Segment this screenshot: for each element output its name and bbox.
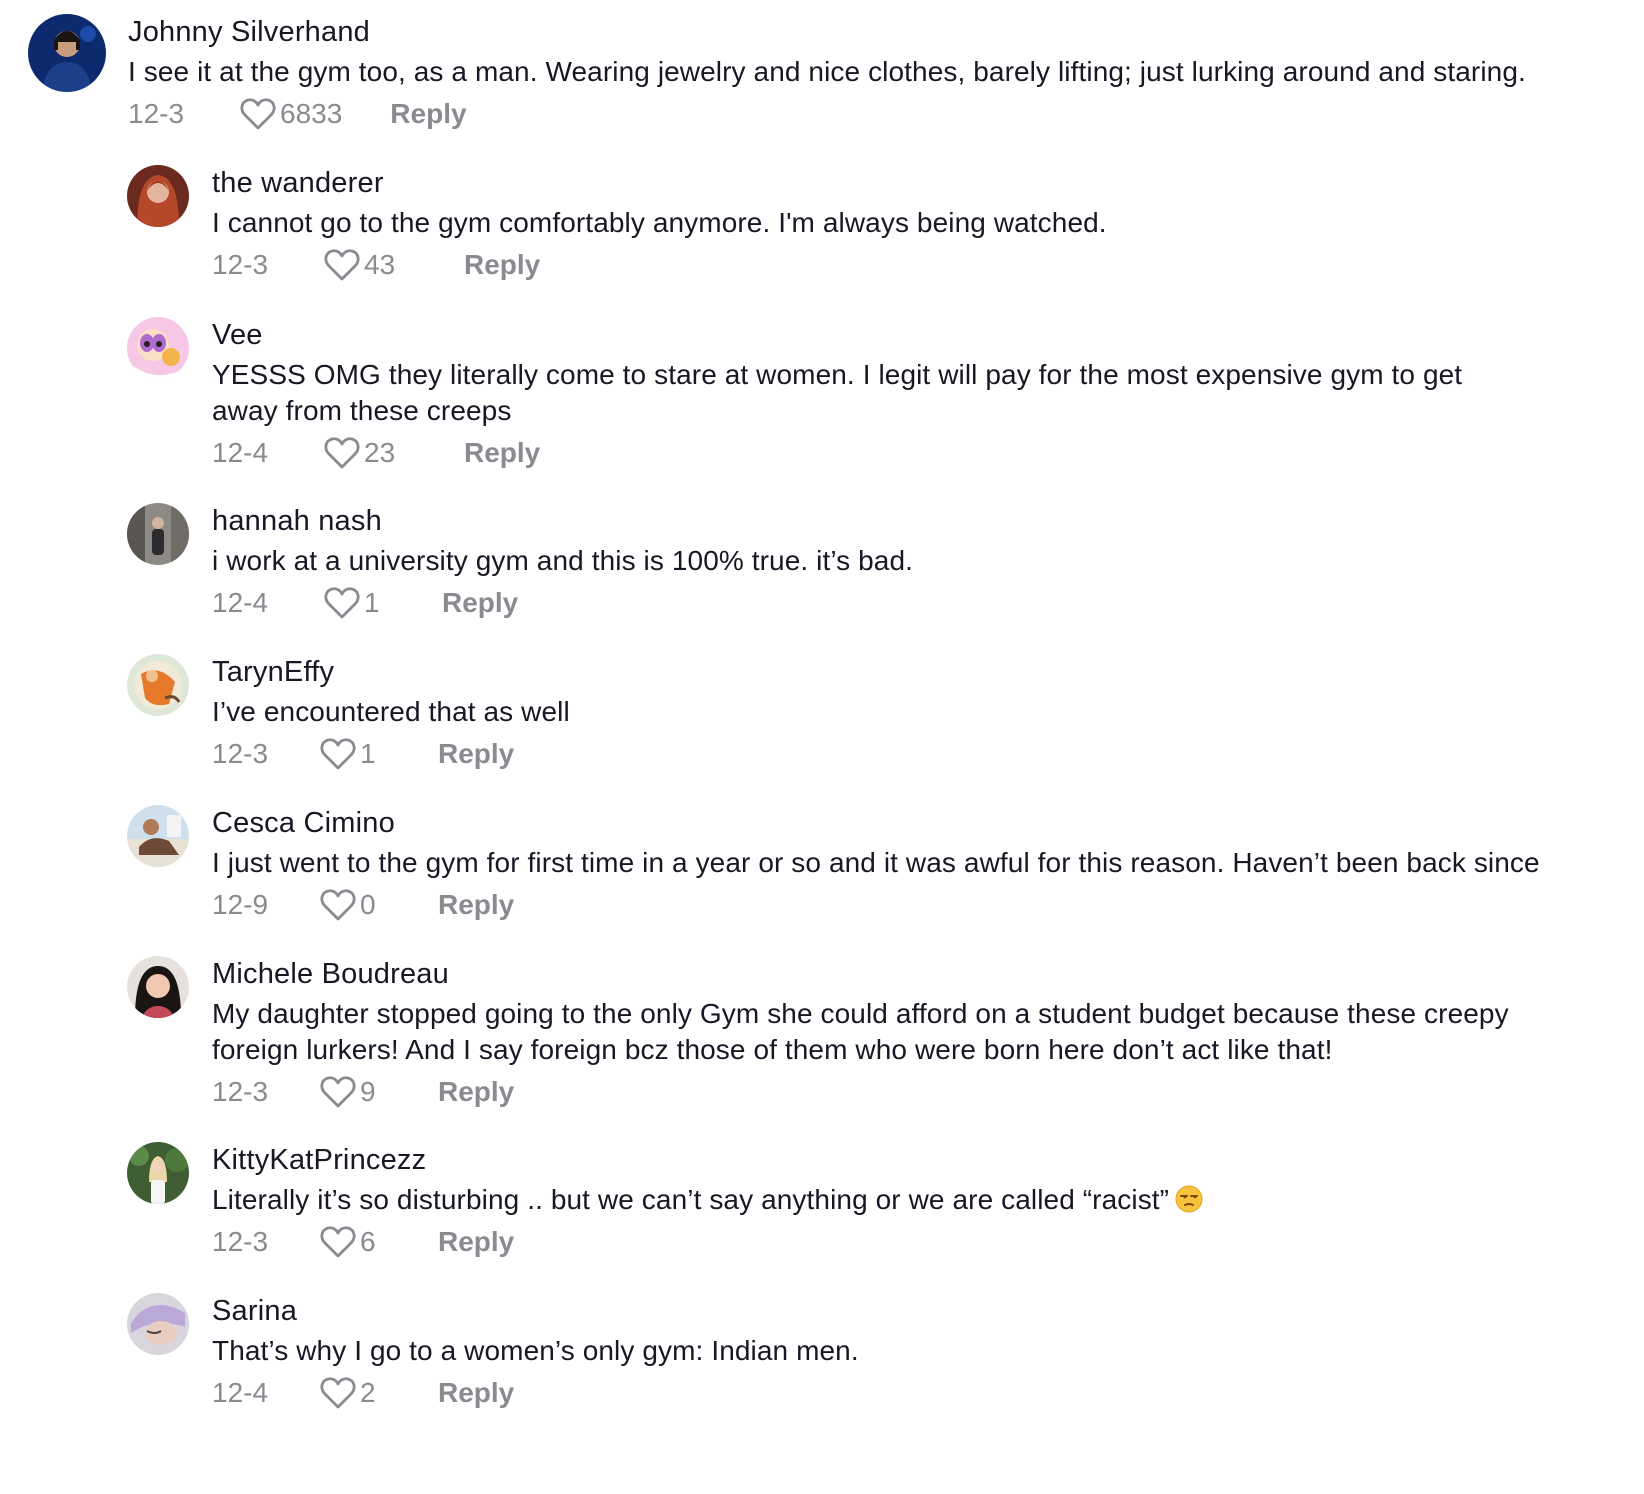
reply-button[interactable]: Reply <box>438 1076 514 1108</box>
like-count: 1 <box>364 587 380 618</box>
comment-meta: 12-4 2 Reply <box>212 1373 1644 1413</box>
comment-list: Johnny Silverhand I see it at the gym to… <box>0 0 1644 1494</box>
comment-text-body: Literally it’s so disturbing .. but we c… <box>212 1184 1170 1215</box>
comment-username[interactable]: Cesca Cimino <box>212 805 1644 841</box>
comment-username[interactable]: Michele Boudreau <box>212 956 1644 992</box>
comment-date: 12-3 <box>212 738 269 769</box>
comment-date: 12-4 <box>212 437 269 468</box>
comment-text: I cannot go to the gym comfortably anymo… <box>212 207 1107 238</box>
comment-meta: 12-3 1 Reply <box>212 734 1644 774</box>
like-button[interactable]: 2 <box>320 1376 390 1410</box>
heart-outline-icon <box>324 437 360 469</box>
comment-date: 12-3 <box>212 1226 269 1257</box>
heart-outline-icon <box>324 587 360 619</box>
like-button[interactable]: 43 <box>324 248 416 282</box>
comment-date: 12-3 <box>212 249 269 280</box>
comment-text: That’s why I go to a women’s only gym: I… <box>212 1335 859 1366</box>
comment-meta: 12-3 6833 Reply <box>128 94 1644 134</box>
avatar[interactable] <box>127 654 189 716</box>
comment-text: i work at a university gym and this is 1… <box>212 545 914 576</box>
comment-username[interactable]: TarynEffy <box>212 654 1644 690</box>
comment-text: I’ve encountered that as well <box>212 696 570 727</box>
comment-date: 12-3 <box>212 1076 269 1107</box>
avatar[interactable] <box>28 14 106 92</box>
reply-button[interactable]: Reply <box>442 587 518 619</box>
comment-meta: 12-9 0 Reply <box>212 885 1644 925</box>
comment-meta: 12-3 6 Reply <box>212 1222 1644 1262</box>
avatar[interactable] <box>127 805 189 867</box>
reply-button[interactable]: Reply <box>438 738 514 770</box>
comment-date: 12-9 <box>212 889 269 920</box>
like-count: 23 <box>364 437 396 468</box>
like-button[interactable]: 23 <box>324 436 416 470</box>
unamused-face-emoji <box>1175 1185 1203 1213</box>
comment-username[interactable]: Sarina <box>212 1293 1644 1329</box>
heart-outline-icon <box>320 1076 356 1108</box>
comment-username[interactable]: Johnny Silverhand <box>128 14 1644 50</box>
comment-text: YESSS OMG they literally come to stare a… <box>212 359 1463 426</box>
comment-meta: 12-4 1 Reply <box>212 583 1644 623</box>
reply-button[interactable]: Reply <box>464 249 540 281</box>
avatar[interactable] <box>127 1142 189 1204</box>
like-button[interactable]: 0 <box>320 888 390 922</box>
reply-button[interactable]: Reply <box>438 1226 514 1258</box>
avatar[interactable] <box>127 165 189 227</box>
comment-text: I just went to the gym for first time in… <box>212 847 1540 878</box>
comment-username[interactable]: KittyKatPrincezz <box>212 1142 1644 1178</box>
heart-outline-icon <box>320 738 356 770</box>
like-button[interactable]: 6833 <box>240 97 342 131</box>
like-count: 43 <box>364 249 396 280</box>
comment-date: 12-3 <box>128 98 185 129</box>
like-button[interactable]: 1 <box>320 737 390 771</box>
like-count: 9 <box>360 1076 376 1107</box>
comment-username[interactable]: Vee <box>212 317 1644 353</box>
like-count: 6 <box>360 1226 376 1257</box>
avatar[interactable] <box>127 317 189 379</box>
comment-text: My daughter stopped going to the only Gy… <box>212 998 1509 1065</box>
like-count: 2 <box>360 1377 376 1408</box>
reply-button[interactable]: Reply <box>390 98 466 130</box>
reply-button[interactable]: Reply <box>438 1377 514 1409</box>
like-button[interactable]: 1 <box>324 586 394 620</box>
heart-outline-icon <box>240 98 276 130</box>
comment-date: 12-4 <box>212 587 269 618</box>
comment-username[interactable]: the wanderer <box>212 165 1644 201</box>
comment-date: 12-4 <box>212 1377 269 1408</box>
heart-outline-icon <box>320 1226 356 1258</box>
avatar[interactable] <box>127 503 189 565</box>
avatar[interactable] <box>127 1293 189 1355</box>
comment-meta: 12-3 43 Reply <box>212 245 1644 285</box>
heart-outline-icon <box>324 249 360 281</box>
comment-text: I see it at the gym too, as a man. Weari… <box>128 56 1526 87</box>
heart-outline-icon <box>320 889 356 921</box>
comment-text: Literally it’s so disturbing .. but we c… <box>212 1182 1644 1218</box>
like-button[interactable]: 9 <box>320 1075 390 1109</box>
avatar[interactable] <box>127 956 189 1018</box>
like-button[interactable]: 6 <box>320 1225 390 1259</box>
like-count: 6833 <box>280 98 343 129</box>
reply-button[interactable]: Reply <box>438 889 514 921</box>
reply-button[interactable]: Reply <box>464 437 540 469</box>
comment-meta: 12-4 23 Reply <box>212 433 1644 473</box>
like-count: 1 <box>360 738 376 769</box>
comment-meta: 12-3 9 Reply <box>212 1072 1644 1112</box>
like-count: 0 <box>360 889 376 920</box>
heart-outline-icon <box>320 1377 356 1409</box>
comment-username[interactable]: hannah nash <box>212 503 1644 539</box>
